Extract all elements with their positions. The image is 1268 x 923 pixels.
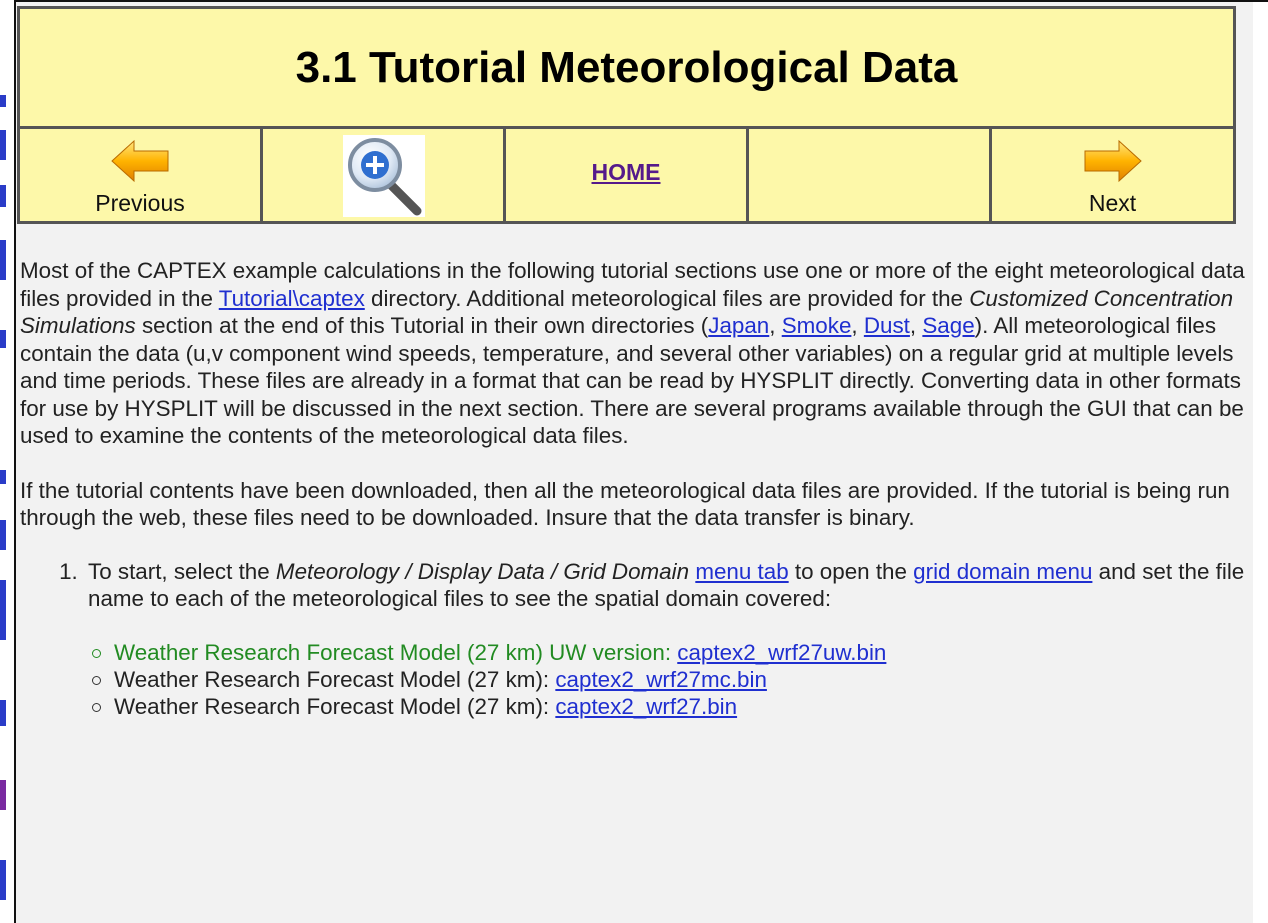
next-label[interactable]: Next — [992, 190, 1233, 217]
link-japan[interactable]: Japan — [708, 313, 769, 338]
link-grid-domain-menu[interactable]: grid domain menu — [913, 559, 1092, 584]
file-link[interactable]: captex2_wrf27mc.bin — [555, 667, 767, 692]
main-content: Most of the CAPTEX example calculations … — [20, 257, 1245, 720]
nav-zoom[interactable] — [260, 126, 506, 224]
left-arrow-icon[interactable] — [110, 139, 170, 183]
separator: , — [769, 313, 782, 338]
nav-next[interactable]: Next — [989, 126, 1236, 224]
link-menu-tab[interactable]: menu tab — [695, 559, 788, 584]
step-item: To start, select the Meteorology / Displ… — [84, 558, 1245, 720]
text: To start, select the — [88, 558, 276, 584]
steps-list: To start, select the Meteorology / Displ… — [20, 558, 1245, 720]
file-link[interactable]: captex2_wrf27.bin — [555, 694, 737, 719]
file-description: Weather Research Forecast Model (27 km): — [114, 693, 556, 719]
file-description: Weather Research Forecast Model (27 km) … — [114, 639, 678, 665]
text: directory. Additional meteorological fil… — [364, 285, 970, 311]
link-smoke[interactable]: Smoke — [782, 313, 852, 338]
link-sage[interactable]: Sage — [922, 313, 974, 338]
met-files-list: Weather Research Forecast Model (27 km) … — [88, 639, 1245, 720]
list-item: Weather Research Forecast Model (27 km) … — [88, 639, 1245, 666]
zoom-in-icon[interactable] — [343, 135, 425, 217]
menu-path-text: Meteorology / Display Data / Grid Domain — [275, 558, 690, 584]
link-dust[interactable]: Dust — [864, 313, 910, 338]
previous-label[interactable]: Previous — [20, 190, 260, 217]
nav-home[interactable]: HOME — [503, 126, 749, 224]
right-margin — [1253, 2, 1268, 923]
file-description: Weather Research Forecast Model (27 km): — [114, 666, 556, 692]
list-item: Weather Research Forecast Model (27 km):… — [88, 666, 1245, 693]
header-table: 3.1 Tutorial Meteorological Data Previou… — [17, 6, 1236, 224]
right-arrow-icon[interactable] — [1083, 139, 1143, 183]
list-item: Weather Research Forecast Model (27 km):… — [88, 693, 1245, 720]
adjacent-frame-edge — [0, 0, 14, 923]
nav-empty — [746, 126, 992, 224]
page-title: 3.1 Tutorial Meteorological Data — [17, 6, 1236, 129]
text: section at the end of this Tutorial in t… — [135, 313, 709, 338]
separator: , — [851, 313, 864, 338]
nav-previous[interactable]: Previous — [17, 126, 263, 224]
intro-paragraph: Most of the CAPTEX example calculations … — [20, 257, 1245, 450]
download-paragraph: If the tutorial contents have been downl… — [20, 477, 1230, 531]
file-link[interactable]: captex2_wrf27uw.bin — [677, 640, 886, 665]
separator: , — [909, 313, 923, 338]
home-link[interactable]: HOME — [506, 159, 746, 186]
link-tutorial-captex[interactable]: Tutorial\captex — [219, 286, 365, 311]
text: to open the — [788, 558, 914, 584]
